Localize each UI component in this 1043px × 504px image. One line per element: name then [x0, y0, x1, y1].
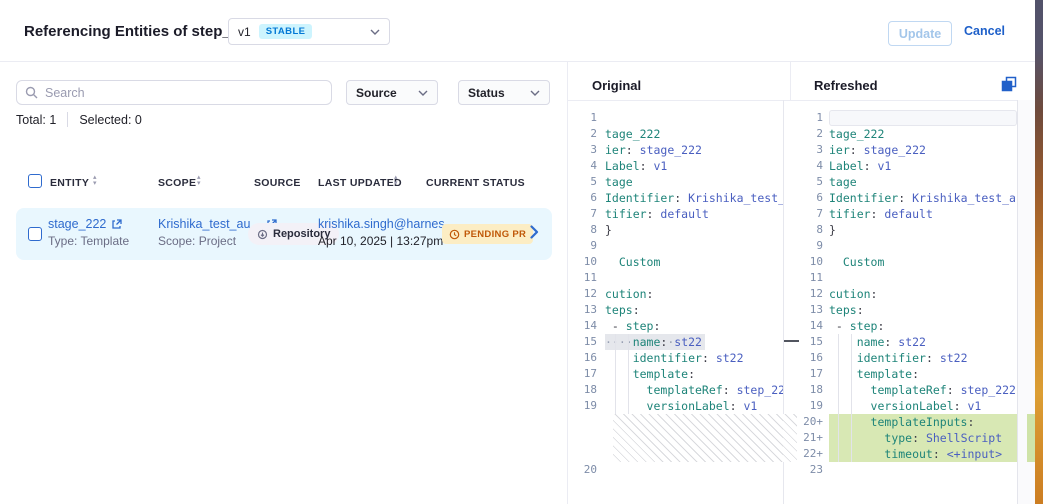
original-pane-title: Original	[592, 78, 641, 93]
source-filter-dropdown[interactable]: Source	[346, 80, 438, 105]
status-badge-label: PENDING PR	[464, 229, 526, 240]
scope-link[interactable]: Krishika_test_au...	[158, 217, 261, 231]
search-icon	[25, 86, 38, 99]
original-code-pane[interactable]: 1 2tage_2223ier: stage_2224Label: v15tag…	[567, 100, 783, 504]
summary-divider	[67, 112, 68, 127]
diff-overview-ruler	[1017, 100, 1036, 504]
entity-link[interactable]: stage_222	[48, 217, 106, 231]
version-label: v1	[238, 25, 251, 39]
referencing-entities-dialog: Referencing Entities of step_222 v1 STAB…	[0, 0, 1043, 504]
indent-guide	[615, 334, 616, 414]
table-row[interactable]: stage_222 Type: Template Krishika_test_a…	[16, 208, 552, 260]
modal-container: Referencing Entities of step_222 v1 STAB…	[0, 0, 1036, 504]
external-link-icon[interactable]	[111, 219, 122, 230]
row-checkbox[interactable]	[28, 227, 42, 241]
column-entity: ENTITY	[50, 177, 89, 189]
last-updated-cell: krishika.singh@harnes... Apr 10, 2025 | …	[318, 217, 455, 248]
total-count: Total: 1	[16, 113, 56, 127]
copy-icon[interactable]	[1001, 76, 1017, 92]
page-background-strip	[1035, 0, 1043, 504]
updated-by-link[interactable]: krishika.singh@harnes...	[318, 217, 455, 231]
sort-entity-icon[interactable]: ▴▾	[93, 175, 97, 187]
status-filter-label: Status	[468, 86, 505, 100]
entity-cell: stage_222 Type: Template	[48, 217, 129, 248]
diff-cursor-connector	[784, 340, 799, 342]
sort-scope-icon[interactable]: ▴▾	[197, 175, 201, 187]
indent-guide	[851, 334, 852, 462]
column-scope: SCOPE	[158, 177, 196, 189]
chevron-down-icon	[418, 90, 428, 96]
chevron-down-icon	[370, 29, 380, 35]
refreshed-code-pane[interactable]: 1 2tage_2223ier: stage_2224Label: v15tag…	[797, 100, 1017, 504]
search-box	[16, 80, 332, 105]
stable-badge: STABLE	[259, 24, 313, 39]
selected-count: Selected: 0	[79, 113, 142, 127]
status-badge: PENDING PR	[442, 224, 533, 244]
row-expand-chevron-icon[interactable]	[530, 225, 539, 239]
column-current-status: CURRENT STATUS	[426, 177, 525, 189]
updated-at: Apr 10, 2025 | 13:27pm	[318, 234, 455, 248]
repository-icon	[257, 229, 268, 240]
indent-guide	[628, 334, 629, 414]
column-last-updated: LAST UPDATED	[318, 177, 402, 189]
refreshed-pane-title: Refreshed	[814, 78, 878, 93]
clock-icon	[449, 229, 460, 240]
update-button[interactable]: Update	[888, 21, 952, 46]
pane-divider	[790, 62, 791, 101]
column-source: SOURCE	[254, 177, 301, 189]
dialog-header: Referencing Entities of step_222 v1 STAB…	[0, 0, 1036, 62]
entity-type: Type: Template	[48, 234, 129, 248]
search-input[interactable]	[45, 86, 323, 100]
selection-summary: Total: 1 Selected: 0	[16, 112, 142, 127]
cancel-button[interactable]: Cancel	[964, 24, 1005, 38]
status-filter-dropdown[interactable]: Status	[458, 80, 550, 105]
source-filter-label: Source	[356, 86, 397, 100]
indent-guide	[838, 334, 839, 462]
version-select[interactable]: v1 STABLE	[228, 18, 390, 45]
sort-last-updated-icon[interactable]: ▴▾	[394, 175, 398, 187]
page-title: Referencing Entities of step_222	[24, 23, 256, 40]
diff-hatch-filler	[783, 414, 797, 462]
table-header: ENTITY ▴▾ SCOPE ▴▾ SOURCE LAST UPDATED ▴…	[0, 172, 567, 198]
select-all-checkbox[interactable]	[28, 174, 42, 188]
chevron-down-icon	[530, 90, 540, 96]
